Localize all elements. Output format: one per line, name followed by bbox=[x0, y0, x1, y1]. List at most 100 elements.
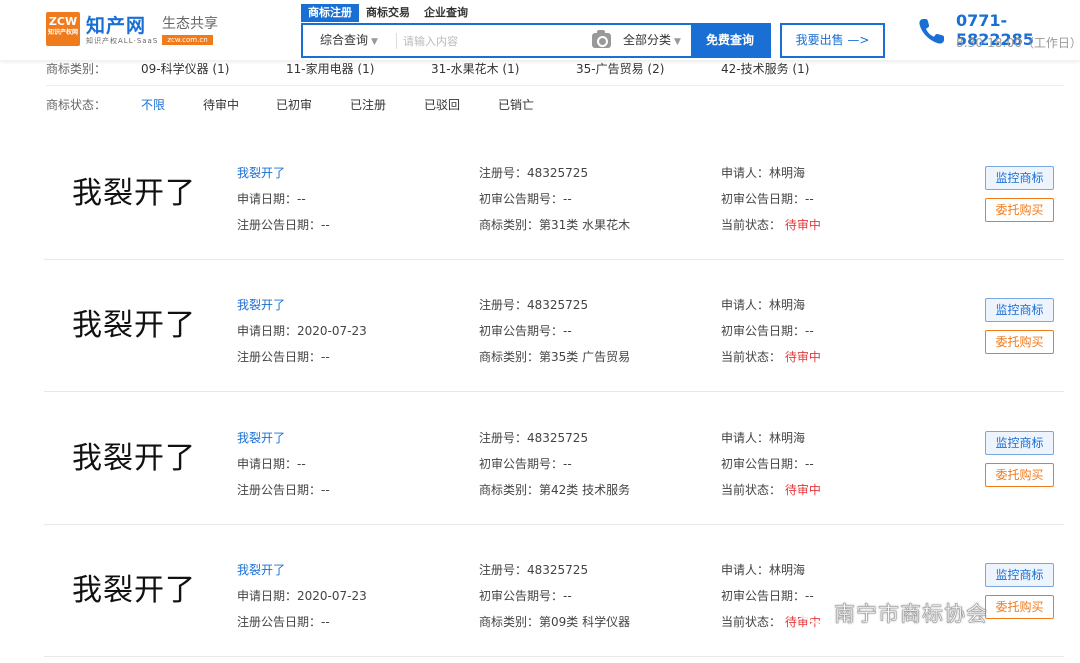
phone-icon bbox=[919, 19, 944, 44]
site-header: ZCW 知识产权网 知产网 知识产权ALL·SaaS 生态共享 zcw.com.… bbox=[0, 0, 1080, 60]
zcw-logo[interactable]: ZCW 知识产权网 bbox=[46, 12, 80, 46]
prelim-pub-date: 初审公告日期：-- bbox=[721, 457, 814, 471]
reg-number: 注册号：48325725 bbox=[479, 563, 589, 577]
monitor-trademark-button[interactable]: 监控商标 bbox=[985, 298, 1054, 322]
trademark-image[interactable]: 我裂开了 bbox=[72, 168, 196, 212]
apply-date: 申请日期：-- bbox=[237, 192, 306, 206]
result-col-2: 注册号：48325725 初审公告期号：-- 商标类别：第31类 水果花木 bbox=[479, 160, 630, 238]
prelim-pub-number: 初审公告期号：-- bbox=[479, 457, 572, 471]
search-input[interactable] bbox=[403, 29, 583, 53]
status-label: 当前状态： bbox=[721, 218, 782, 232]
logo-subtitle: 知识产权ALL·SaaS bbox=[86, 37, 159, 45]
wechat-icon bbox=[796, 601, 826, 624]
prelim-pub-number: 初审公告期号：-- bbox=[479, 589, 572, 603]
reg-pub-date: 注册公告日期：-- bbox=[237, 218, 330, 232]
result-col-3: 申请人：林明海 初审公告日期：-- 当前状态： 待审中 bbox=[721, 292, 821, 370]
status-filter-option[interactable]: 已销亡 bbox=[498, 96, 534, 113]
search-tabs: 商标注册 商标交易 企业查询 bbox=[301, 4, 475, 22]
status-label: 当前状态： bbox=[721, 615, 782, 629]
logo-name[interactable]: 知产网 bbox=[86, 11, 146, 38]
trademark-category: 商标类别：第31类 水果花木 bbox=[479, 218, 631, 232]
applicant: 申请人：林明海 bbox=[721, 563, 806, 577]
apply-date: 申请日期：2020-07-23 bbox=[237, 324, 367, 338]
entrust-purchase-button[interactable]: 委托购买 bbox=[985, 330, 1054, 354]
status-value: 待审中 bbox=[784, 218, 821, 232]
category-filter-label: 商标类别： bbox=[46, 62, 107, 76]
reg-pub-date: 注册公告日期：-- bbox=[237, 350, 330, 364]
apply-date: 申请日期：-- bbox=[237, 457, 306, 471]
status-filter-label: 商标状态： bbox=[46, 98, 107, 112]
watermark: 南宁市商标协会 bbox=[796, 598, 988, 628]
free-search-button[interactable]: 免费查询 bbox=[691, 25, 769, 56]
trademark-category: 商标类别：第35类 广告贸易 bbox=[479, 350, 631, 364]
reg-pub-date: 注册公告日期：-- bbox=[237, 615, 330, 629]
reg-pub-date: 注册公告日期：-- bbox=[237, 483, 330, 497]
status-value: 待审中 bbox=[784, 483, 821, 497]
status-label: 当前状态： bbox=[721, 483, 782, 497]
reg-number: 注册号：48325725 bbox=[479, 166, 589, 180]
category-filter-option[interactable]: 42-技术服务 (1) bbox=[721, 60, 809, 77]
camera-icon[interactable] bbox=[592, 30, 611, 48]
search-scope-select[interactable]: 综合查询 ▼ bbox=[320, 25, 378, 56]
trademark-name-link[interactable]: 我裂开了 bbox=[237, 292, 367, 318]
monitor-trademark-button[interactable]: 监控商标 bbox=[985, 563, 1054, 587]
logo-badge-text: ZCW bbox=[48, 15, 78, 28]
trademark-name-link[interactable]: 我裂开了 bbox=[237, 557, 367, 583]
result-col-3: 申请人：林明海 初审公告日期：-- 当前状态： 待审中 bbox=[721, 425, 821, 503]
applicant: 申请人：林明海 bbox=[721, 298, 806, 312]
status-value: 待审中 bbox=[784, 350, 821, 364]
entrust-purchase-button[interactable]: 委托购买 bbox=[985, 463, 1054, 487]
reg-number: 注册号：48325725 bbox=[479, 431, 589, 445]
trademark-name-link[interactable]: 我裂开了 bbox=[237, 425, 330, 451]
entrust-purchase-button[interactable]: 委托购买 bbox=[985, 198, 1054, 222]
tab-company-query[interactable]: 企业查询 bbox=[417, 4, 475, 22]
category-filter-option[interactable]: 11-家用电器 (1) bbox=[286, 60, 374, 77]
trademark-image[interactable]: 我裂开了 bbox=[72, 300, 196, 344]
category-filter-option[interactable]: 31-水果花木 (1) bbox=[431, 60, 519, 77]
sell-button[interactable]: 我要出售 —> bbox=[780, 23, 885, 58]
eco-share-title: 生态共享 bbox=[162, 16, 218, 32]
trademark-result-card: 我裂开了 我裂开了 申请日期：2020-07-23 注册公告日期：-- 注册号：… bbox=[44, 260, 1064, 392]
trademark-image[interactable]: 我裂开了 bbox=[72, 565, 196, 609]
result-col-1: 我裂开了 申请日期：-- 注册公告日期：-- bbox=[237, 160, 330, 238]
current-status: 当前状态： 待审中 bbox=[721, 477, 821, 503]
category-select-label: 全部分类 bbox=[623, 33, 672, 47]
prelim-pub-date: 初审公告日期：-- bbox=[721, 324, 814, 338]
trademark-result-card: 我裂开了 我裂开了 申请日期：-- 注册公告日期：-- 注册号：48325725… bbox=[44, 128, 1064, 260]
trademark-result-card: 我裂开了 我裂开了 申请日期：2020-07-23 注册公告日期：-- 注册号：… bbox=[44, 525, 1064, 657]
search-box: 综合查询▼ 全部分类▼ 免费查询 bbox=[301, 23, 771, 58]
prelim-pub-number: 初审公告期号：-- bbox=[479, 192, 572, 206]
status-filter-option-all[interactable]: 不限 bbox=[141, 96, 165, 113]
result-col-1: 我裂开了 申请日期：2020-07-23 注册公告日期：-- bbox=[237, 292, 367, 370]
prelim-pub-number: 初审公告期号：-- bbox=[479, 324, 572, 338]
status-label: 当前状态： bbox=[721, 350, 782, 364]
trademark-image[interactable]: 我裂开了 bbox=[72, 433, 196, 477]
divider bbox=[396, 33, 397, 49]
watermark-text: 南宁市商标协会 bbox=[834, 602, 988, 627]
status-filter-option[interactable]: 已注册 bbox=[350, 96, 386, 113]
reg-number: 注册号：48325725 bbox=[479, 298, 589, 312]
current-status: 当前状态： 待审中 bbox=[721, 344, 821, 370]
category-filter-option[interactable]: 35-广告贸易 (2) bbox=[576, 60, 664, 77]
result-col-3: 申请人：林明海 初审公告日期：-- 当前状态： 待审中 bbox=[721, 160, 821, 238]
result-col-1: 我裂开了 申请日期：-- 注册公告日期：-- bbox=[237, 425, 330, 503]
status-filter-option[interactable]: 已初审 bbox=[276, 96, 312, 113]
eco-share-badge: zcw.com.cn bbox=[162, 35, 213, 45]
result-col-2: 注册号：48325725 初审公告期号：-- 商标类别：第35类 广告贸易 bbox=[479, 292, 630, 370]
logo-badge-small: 知识产权网 bbox=[47, 29, 78, 36]
status-filter-option[interactable]: 已驳回 bbox=[424, 96, 460, 113]
monitor-trademark-button[interactable]: 监控商标 bbox=[985, 431, 1054, 455]
category-filter-option[interactable]: 09-科学仪器 (1) bbox=[141, 60, 229, 77]
status-filter-option[interactable]: 待审中 bbox=[203, 96, 239, 113]
apply-date: 申请日期：2020-07-23 bbox=[237, 589, 367, 603]
tab-trademark-register[interactable]: 商标注册 bbox=[301, 4, 359, 22]
entrust-purchase-button[interactable]: 委托购买 bbox=[985, 595, 1054, 619]
search-scope-label: 综合查询 bbox=[320, 33, 369, 47]
tab-trademark-trade[interactable]: 商标交易 bbox=[359, 4, 417, 22]
trademark-category: 商标类别：第42类 技术服务 bbox=[479, 483, 631, 497]
result-col-1: 我裂开了 申请日期：2020-07-23 注册公告日期：-- bbox=[237, 557, 367, 635]
monitor-trademark-button[interactable]: 监控商标 bbox=[985, 166, 1054, 190]
trademark-result-card: 我裂开了 我裂开了 申请日期：-- 注册公告日期：-- 注册号：48325725… bbox=[44, 393, 1064, 525]
trademark-name-link[interactable]: 我裂开了 bbox=[237, 160, 330, 186]
category-select[interactable]: 全部分类 ▼ bbox=[623, 25, 681, 56]
